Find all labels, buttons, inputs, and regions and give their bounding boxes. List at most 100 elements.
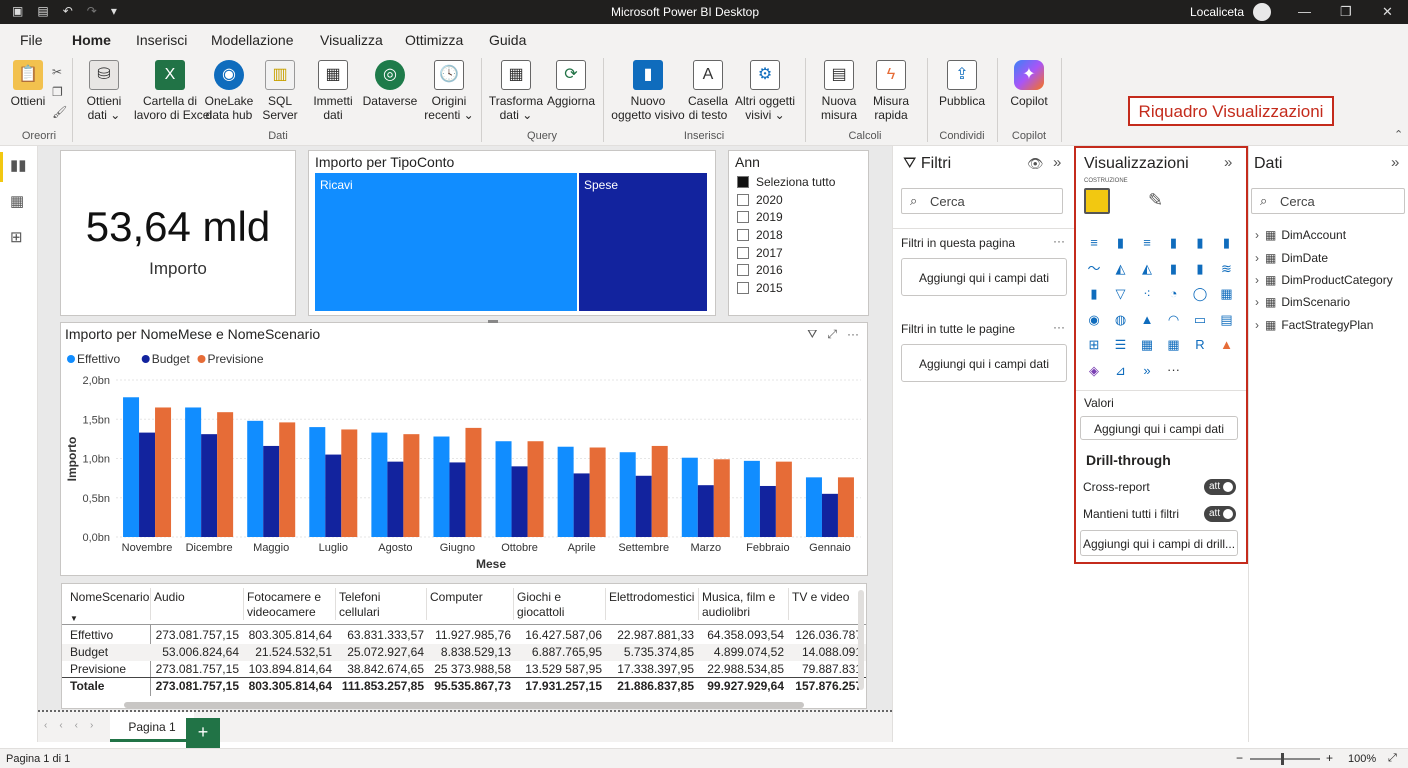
close-icon[interactable]: ✕ bbox=[1382, 4, 1393, 20]
filters-search-input[interactable]: ⌕ Cerca bbox=[901, 188, 1063, 214]
ribbon-icon[interactable]: ≋ bbox=[1217, 260, 1237, 278]
model-view-icon[interactable]: ⊞ bbox=[10, 228, 23, 246]
fit-page-icon[interactable]: ⤢ bbox=[1388, 752, 1397, 765]
zoom-in-icon[interactable]: + bbox=[1326, 751, 1333, 765]
column-header[interactable]: Fotocamere e videocamere bbox=[247, 590, 321, 620]
new-measure-button[interactable]: ▤ Nuova misura bbox=[814, 58, 864, 122]
avatar[interactable] bbox=[1253, 3, 1271, 21]
copilot-button[interactable]: ✦ Copilot bbox=[1006, 58, 1052, 108]
clustered-column-icon[interactable]: ▮ bbox=[1190, 234, 1210, 252]
eye-icon[interactable]: 👁 bbox=[1027, 156, 1044, 172]
filled-map-icon[interactable]: ◍ bbox=[1111, 311, 1131, 329]
cross-report-toggle[interactable]: att bbox=[1204, 479, 1236, 495]
sql-server-button[interactable]: ▥ SQL Server bbox=[260, 58, 300, 122]
data-table-item[interactable]: › ▦ DimDate bbox=[1255, 246, 1393, 268]
drill-through-drop-zone[interactable]: Aggiungi qui i campi di drill... bbox=[1080, 530, 1238, 556]
qa-icon[interactable]: » bbox=[1137, 362, 1157, 380]
transform-data-button[interactable]: ▦ Trasforma dati ⌄ bbox=[488, 58, 544, 122]
more-visuals-button[interactable]: ⚙ Altri oggetti visivi ⌄ bbox=[732, 58, 798, 122]
menu-modellazione[interactable]: Modellazione bbox=[211, 32, 294, 48]
map-icon[interactable]: ◉ bbox=[1084, 311, 1104, 329]
build-visual-tab-icon[interactable] bbox=[1084, 188, 1110, 214]
clustered-bar-chart[interactable]: Importo per NomeMese e NomeScenario ⛛ ⤢ … bbox=[60, 320, 868, 576]
paste-button[interactable]: 📋 Ottieni bbox=[6, 58, 50, 108]
area-icon[interactable]: ◭ bbox=[1111, 260, 1131, 278]
slicer-item[interactable]: 2018 bbox=[737, 226, 835, 244]
new-visual-button[interactable]: ▮ Nuovo oggetto visivo bbox=[610, 58, 686, 122]
stacked-column-icon[interactable]: ▮ bbox=[1164, 234, 1184, 252]
column-header[interactable]: Audio bbox=[154, 590, 185, 605]
enter-data-button[interactable]: ▦ Immetti dati bbox=[310, 58, 356, 122]
menu-file[interactable]: File bbox=[20, 32, 43, 48]
treemap-tile-spese[interactable]: Spese bbox=[579, 173, 707, 311]
textbox-button[interactable]: A Casella di testo bbox=[686, 58, 730, 122]
multirow-card-icon[interactable]: ▤ bbox=[1217, 311, 1237, 329]
add-page-button[interactable]: + bbox=[186, 718, 220, 748]
chevron-right-icon[interactable]: › bbox=[1255, 251, 1259, 265]
year-slicer[interactable]: Ann Seleziona tutto 2020 2019 2018 2017 2016 2… bbox=[728, 150, 869, 316]
chevron-right-icon[interactable]: › bbox=[1255, 228, 1259, 242]
slicer-icon[interactable]: ☰ bbox=[1111, 336, 1131, 354]
table-view-icon[interactable]: ▦ bbox=[10, 192, 24, 210]
scatter-icon[interactable]: ⁖ bbox=[1137, 285, 1157, 303]
gauge-icon[interactable]: ◠ bbox=[1164, 311, 1184, 329]
menu-inserisci[interactable]: Inserisci bbox=[136, 32, 187, 48]
treemap-visual[interactable]: Importo per TipoConto Ricavi Spese bbox=[308, 150, 716, 316]
collapse-pane-icon[interactable]: » bbox=[1224, 154, 1232, 171]
matrix-table[interactable]: NomeScenario Audio Fotocamere e videocamer… bbox=[61, 583, 867, 709]
report-view-icon[interactable]: ▮▮ bbox=[10, 156, 27, 174]
stacked-area-icon[interactable]: ◭ bbox=[1137, 260, 1157, 278]
menu-guida[interactable]: Guida bbox=[489, 32, 526, 48]
slicer-item[interactable]: Seleziona tutto bbox=[737, 173, 835, 191]
horizontal-scrollbar[interactable] bbox=[124, 702, 804, 708]
waterfall-icon[interactable]: ▮ bbox=[1084, 285, 1104, 303]
slicer-item[interactable]: 2016 bbox=[737, 261, 835, 279]
key-influencers-icon[interactable]: ◈ bbox=[1084, 362, 1104, 380]
data-table-item[interactable]: › ▦ DimAccount bbox=[1255, 224, 1393, 246]
kpi-card[interactable]: 53,64 mld Importo bbox=[60, 150, 296, 316]
menu-home[interactable]: Home bbox=[70, 32, 113, 57]
line-icon[interactable]: 〜 bbox=[1084, 260, 1104, 278]
table-icon[interactable]: ▦ bbox=[1137, 336, 1157, 354]
slicer-item[interactable]: 2015 bbox=[737, 279, 835, 297]
excel-button[interactable]: X Cartella di lavoro di Excel bbox=[134, 58, 212, 122]
menu-visualizza[interactable]: Visualizza bbox=[320, 32, 383, 48]
funnel-icon[interactable]: ▽ bbox=[1111, 285, 1131, 303]
stacked-bar-100-icon[interactable]: ≡ bbox=[1137, 234, 1157, 252]
donut-icon[interactable]: ◯ bbox=[1190, 285, 1210, 303]
checkbox[interactable] bbox=[737, 264, 749, 277]
cut-icon[interactable]: ✂ bbox=[52, 62, 67, 82]
more-visuals-icon[interactable]: ··· bbox=[1164, 362, 1184, 380]
chevron-right-icon[interactable]: › bbox=[1255, 318, 1259, 332]
treemap-tile-ricavi[interactable]: Ricavi bbox=[315, 173, 577, 311]
line-clustered-column-icon[interactable]: ▮ bbox=[1190, 260, 1210, 278]
clustered-bar-icon[interactable]: ▮ bbox=[1111, 234, 1131, 252]
format-painter-icon[interactable]: 🖌 bbox=[52, 102, 67, 122]
vertical-scrollbar[interactable] bbox=[858, 590, 864, 690]
zoom-slider[interactable] bbox=[1250, 758, 1320, 760]
recent-sources-button[interactable]: 🕓 Origini recenti ⌄ bbox=[424, 58, 474, 122]
r-visual-icon[interactable]: R bbox=[1190, 336, 1210, 354]
all-filters-more-icon[interactable]: ··· bbox=[1053, 320, 1065, 334]
page-filters-more-icon[interactable]: ··· bbox=[1053, 234, 1065, 248]
azure-map-icon[interactable]: ▲ bbox=[1137, 311, 1157, 329]
kpi-icon[interactable]: ⊞ bbox=[1084, 336, 1104, 354]
slicer-item[interactable]: 2020 bbox=[737, 191, 835, 209]
checkbox[interactable] bbox=[737, 211, 749, 224]
data-table-item[interactable]: › ▦ DimProductCategory bbox=[1255, 269, 1393, 291]
checkbox[interactable] bbox=[737, 281, 749, 294]
values-drop-zone[interactable]: Aggiungi qui i campi dati bbox=[1080, 416, 1238, 440]
zoom-out-icon[interactable]: − bbox=[1236, 751, 1243, 765]
pie-icon[interactable]: ◔ bbox=[1164, 285, 1184, 303]
tab-pagina-1[interactable]: Pagina 1 bbox=[110, 712, 194, 742]
minimize-icon[interactable]: — bbox=[1298, 4, 1311, 19]
column-header[interactable]: Elettrodomestici bbox=[609, 590, 694, 605]
checkbox[interactable] bbox=[737, 246, 749, 259]
column-header[interactable]: Telefoni cellulari bbox=[339, 590, 380, 620]
restore-icon[interactable]: ❐ bbox=[1340, 4, 1352, 20]
zoom-slider-thumb[interactable] bbox=[1281, 753, 1284, 765]
checkbox[interactable] bbox=[737, 193, 749, 206]
onelake-button[interactable]: ◉ OneLake data hub bbox=[204, 58, 254, 122]
collapse-pane-icon[interactable]: » bbox=[1053, 154, 1061, 171]
decomposition-tree-icon[interactable]: ⊿ bbox=[1111, 362, 1131, 380]
